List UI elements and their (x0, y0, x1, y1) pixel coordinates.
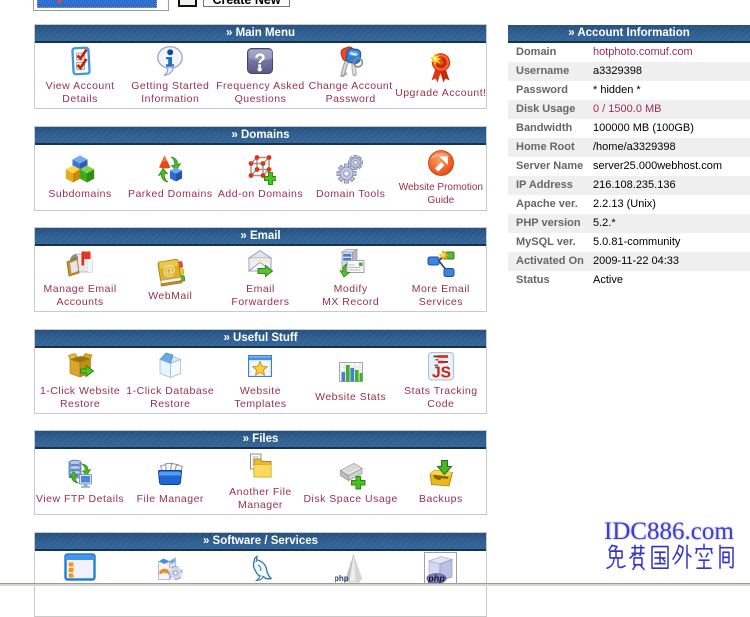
svg-text:php: php (335, 574, 349, 583)
svg-text:@: @ (162, 261, 177, 278)
svg-text:JS: JS (432, 364, 451, 381)
